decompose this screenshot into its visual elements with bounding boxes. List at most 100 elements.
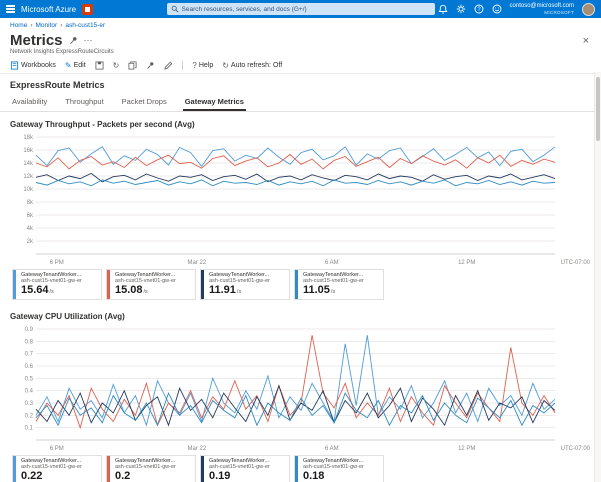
gateway-throughput-chart[interactable]: 18k16k14k12k10k8k6k4k2k6 PMMar 226 AM12 … [10,131,591,267]
chart-title-throughput: Gateway Throughput - Packets per second … [10,120,591,129]
search-input[interactable] [182,6,431,13]
scrollbar-thumb[interactable] [596,77,600,141]
toolbar-divider [182,61,183,70]
series-line [36,173,555,181]
series-color-chip [13,270,16,299]
y-tick-label: 0.3 [25,401,34,407]
save-button[interactable] [95,61,104,70]
help-icon: ? [192,62,196,70]
metric-value: 0.2 [115,470,130,482]
metric-value: 15.08 [115,284,143,296]
vertical-scrollbar[interactable] [594,72,601,482]
pin-chart-button[interactable] [146,61,155,70]
y-tick-label: 6k [27,213,34,219]
edit-button[interactable]: ✎ Edit [65,62,86,70]
metric-legend-card[interactable]: GatewayTenantWorker... ash-cust15-vnet01… [294,269,384,300]
page-header: Metrics ··· × [0,31,601,49]
help-button[interactable]: ? Help [192,62,213,70]
y-tick-label: 2k [27,239,34,245]
metric-legend-card[interactable]: GatewayTenantWorker... ash-cust15-vnet01… [200,269,290,300]
breadcrumb-home[interactable]: Home [10,22,27,29]
y-tick-label: 0.2 [25,413,34,419]
metric-unit: /s [331,289,335,295]
pin-icon[interactable] [69,36,78,45]
x-tick-label: 6 PM [50,260,64,266]
workbook-icon [10,61,19,70]
page-subtitle: Network Insights ExpressRouteCircuits [0,49,601,55]
y-tick-label: 0.4 [25,388,34,394]
copy-button[interactable] [128,61,137,70]
metric-legend-card[interactable]: GatewayTenantWorker... ash-cust15-vnet01… [106,455,196,482]
tab-packet-drops[interactable]: Packet Drops [120,93,169,111]
hamburger-menu-icon[interactable] [6,0,15,18]
x-tick-label: 6 AM [325,260,339,266]
help-question-icon[interactable]: ? [474,4,484,14]
metric-legend-card[interactable]: GatewayTenantWorker... ash-cust15-vnet01… [294,455,384,482]
series-color-chip [201,270,204,299]
timezone-label: UTC-07:00 [561,446,591,452]
x-tick-label: 6 AM [325,446,339,452]
account-info[interactable]: contoso@microsoft.com MICROSOFT [510,3,574,15]
x-tick-label: 12 PM [458,260,475,266]
metric-value: 0.19 [209,470,230,482]
notifications-bell-icon[interactable] [438,4,448,14]
avatar[interactable] [582,3,595,16]
cpu-legend: GatewayTenantWorker... ash-cust15-vnet01… [12,455,591,482]
series-line [36,155,555,169]
page-title: Metrics [10,32,63,49]
metric-value: 11.91 [209,284,236,296]
y-tick-label: 8k [27,200,34,206]
metric-legend-card[interactable]: GatewayTenantWorker... ash-cust15-vnet01… [200,455,290,482]
refresh-icon: ↻ [113,62,120,70]
refresh-button[interactable]: ↻ [113,62,120,70]
workbooks-button[interactable]: Workbooks [10,61,56,70]
series-color-chip [295,270,298,299]
brush-button[interactable] [164,61,173,70]
settings-gear-icon[interactable] [456,4,466,14]
y-tick-label: 18k [23,135,34,141]
tab-throughput[interactable]: Throughput [63,93,105,111]
metric-unit: /s [237,289,241,295]
azure-topbar: Microsoft Azure ? contoso@microsoft.com [0,0,601,18]
y-tick-label: 0.8 [25,339,34,345]
feedback-smiley-icon[interactable] [492,4,502,14]
metric-legend-card[interactable]: GatewayTenantWorker... ash-cust15-vnet01… [106,269,196,300]
metric-legend-card[interactable]: GatewayTenantWorker... ash-cust15-vnet01… [12,455,102,482]
y-tick-label: 12k [23,174,34,180]
edit-pencil-icon: ✎ [65,62,72,70]
tab-gateway-metrics[interactable]: Gateway Metrics [183,93,246,111]
series-color-chip [13,456,16,482]
azure-badge-icon[interactable] [82,4,93,15]
x-tick-label: Mar 22 [188,446,207,452]
metric-legend-card[interactable]: GatewayTenantWorker... ash-cust15-vnet01… [12,269,102,300]
x-tick-label: Mar 22 [188,260,207,266]
series-color-chip [201,456,204,482]
y-tick-label: 0.9 [25,327,34,333]
metric-value: 0.22 [21,470,42,482]
breadcrumb-monitor[interactable]: Monitor [36,22,58,29]
auto-refresh-button[interactable]: ↻ Auto refresh: Off [222,62,282,70]
y-tick-label: 0.7 [25,351,34,357]
section-title: ExpressRoute Metrics [0,74,601,93]
y-tick-label: 4k [27,226,34,232]
metric-value: 11.05 [303,284,330,296]
series-color-chip [295,456,298,482]
tab-availability[interactable]: Availability [10,93,49,111]
global-search[interactable] [167,3,435,15]
pin-icon [146,61,155,70]
series-color-chip [107,456,110,482]
copy-icon [128,61,137,70]
y-tick-label: 10k [23,187,34,193]
brand-title: Microsoft Azure [21,5,76,14]
more-options-button[interactable]: ··· [84,36,93,45]
metric-value: 15.64 [21,284,49,296]
breadcrumb-resource[interactable]: ash-cust15-er [65,22,105,29]
throughput-legend: GatewayTenantWorker... ash-cust15-vnet01… [12,269,591,300]
svg-text:?: ? [477,7,481,13]
gateway-cpu-chart[interactable]: 0.90.80.70.60.50.40.30.20.16 PMMar 226 A… [10,323,591,453]
y-tick-label: 0.6 [25,364,34,370]
charts-area: Gateway Throughput - Packets per second … [0,112,601,482]
breadcrumb: Home › Monitor › ash-cust15-er [0,18,601,31]
close-icon[interactable]: × [581,35,591,47]
timezone-label: UTC-07:00 [561,260,591,266]
